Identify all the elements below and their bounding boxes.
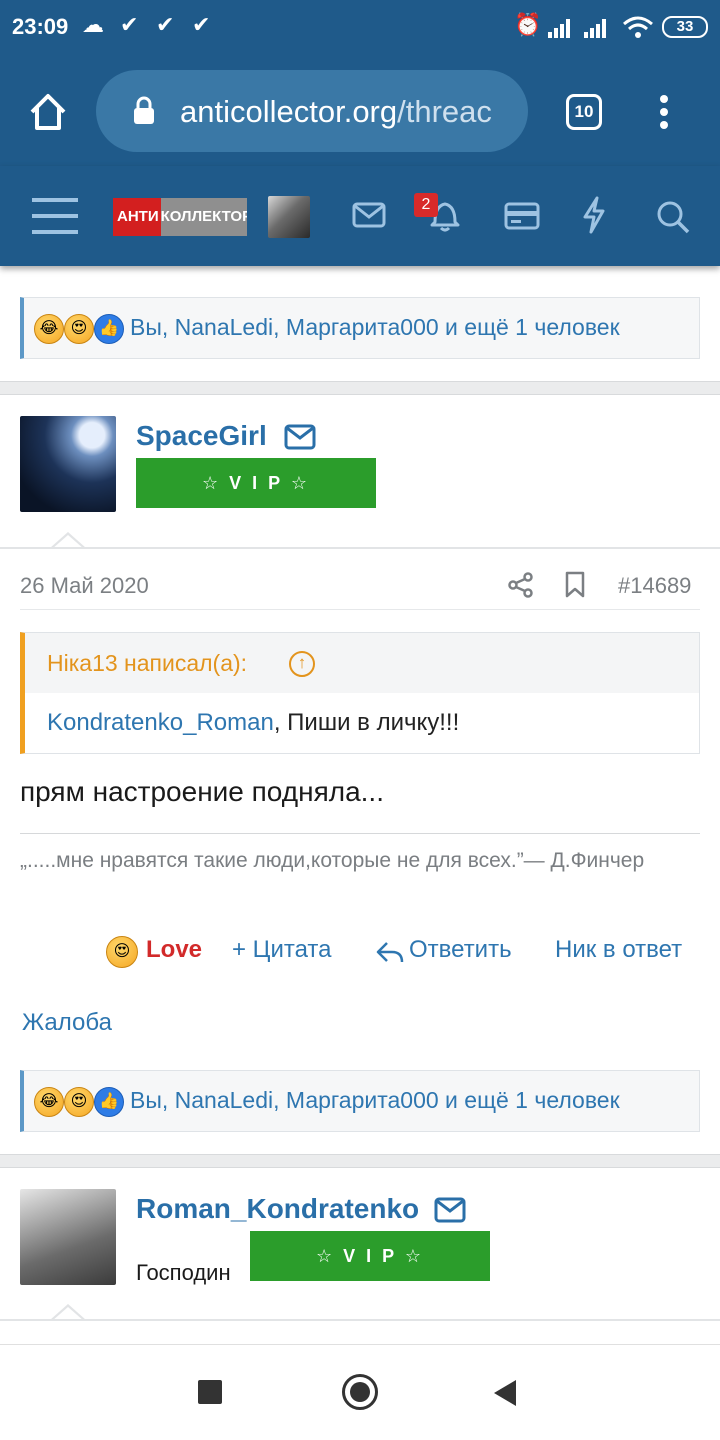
post-header-line <box>0 547 720 549</box>
arrow-up-circle-icon[interactable]: ↑ <box>289 651 315 677</box>
logo-gray-part: КОЛЛЕКТОР <box>160 208 247 225</box>
post-divider <box>0 381 720 395</box>
laugh-emoji-icon: 😂 <box>34 314 64 344</box>
status-time: 23:09 <box>12 14 69 39</box>
notification-badge: 2 <box>414 193 438 217</box>
vip-badge: ☆ V I P ☆ <box>136 458 376 508</box>
quote-author[interactable]: Ніка13 написал(а): <box>47 650 247 677</box>
nick-reply-button[interactable]: Ник в ответ <box>555 936 682 964</box>
alarm-icon: ⏰ <box>514 12 542 37</box>
signal-icon <box>584 19 606 38</box>
reaction-icons: 😂 😍 👍 <box>34 314 124 346</box>
mail-icon[interactable] <box>352 202 386 228</box>
lock-icon <box>134 96 154 124</box>
quote-mention-link[interactable]: Kondratenko_Roman <box>47 709 274 736</box>
laugh-emoji-icon: 😂 <box>34 1087 64 1117</box>
logo-red-part: АНТИ <box>113 198 161 236</box>
share-icon[interactable] <box>508 572 534 598</box>
mail-icon[interactable] <box>434 1197 466 1223</box>
user-title: Господин <box>136 1260 231 1285</box>
post-number[interactable]: #14689 <box>618 573 691 599</box>
user-avatar[interactable] <box>268 196 310 238</box>
reaction-icons: 😂 😍 👍 <box>34 1087 124 1119</box>
check-icon: ✔ <box>120 12 139 37</box>
like-icon: 👍 <box>94 1087 124 1117</box>
more-menu-icon[interactable] <box>656 94 672 130</box>
mail-icon[interactable] <box>284 424 316 450</box>
tab-switcher-button[interactable]: 10 <box>566 94 602 130</box>
wifi-icon <box>623 16 653 38</box>
cloud-icon: ☁ <box>82 12 104 37</box>
post-date[interactable]: 26 Май 2020 <box>20 573 149 599</box>
site-logo[interactable]: АНТИ КОЛЛЕКТОР <box>113 198 247 236</box>
url-path: /threac <box>397 94 492 129</box>
heart-eyes-emoji-icon: 😍 <box>64 314 94 344</box>
home-button[interactable] <box>342 1374 378 1410</box>
post-username[interactable]: SpaceGirl <box>136 420 267 452</box>
report-link[interactable]: Жалоба <box>22 1009 112 1037</box>
heart-eyes-emoji-icon: 😍 <box>106 936 138 968</box>
quote-button[interactable]: + Цитата <box>232 936 331 964</box>
post-header-line <box>0 1319 720 1321</box>
post-username[interactable]: Roman_Kondratenko <box>136 1193 419 1225</box>
post-avatar[interactable] <box>20 416 116 512</box>
reactions-text[interactable]: Вы, NanaLedi, Маргарита000 и ещё 1 челов… <box>130 1087 620 1114</box>
quote-text: , Пиши в личку!!! <box>273 709 460 736</box>
battery-indicator: 33 <box>662 16 708 38</box>
home-icon[interactable] <box>28 92 68 132</box>
signature: „.....мне нравятся такие люди,которые не… <box>20 849 645 872</box>
check-icon: ✔ <box>192 12 211 37</box>
signal-icon <box>548 19 570 38</box>
bookmark-icon[interactable] <box>564 571 586 599</box>
url-text[interactable]: anticollector.org/threac <box>180 94 510 130</box>
reply-button[interactable]: Ответить <box>409 936 512 964</box>
post-avatar[interactable] <box>20 1189 116 1285</box>
lightning-icon[interactable] <box>582 196 606 234</box>
heart-eyes-emoji-icon: 😍 <box>64 1087 94 1117</box>
quote-body: Kondratenko_Roman, Пиши в личку!!! <box>47 709 459 737</box>
vip-badge: ☆ V I P ☆ <box>250 1231 490 1281</box>
love-reaction-button[interactable]: Love <box>146 936 202 964</box>
hamburger-menu-icon[interactable] <box>32 196 78 236</box>
post-body: прям настроение подняла... <box>20 776 384 807</box>
search-icon[interactable] <box>656 200 690 234</box>
url-domain: anticollector.org <box>180 94 398 129</box>
recents-button[interactable] <box>198 1380 222 1404</box>
like-icon: 👍 <box>94 314 124 344</box>
check-icon: ✔ <box>156 12 175 37</box>
reply-icon[interactable] <box>376 940 404 964</box>
signature-divider <box>20 833 700 834</box>
reactions-text[interactable]: Вы, NanaLedi, Маргарита000 и ещё 1 челов… <box>130 314 620 341</box>
meta-line <box>20 609 700 610</box>
credit-card-icon[interactable] <box>504 202 540 230</box>
post-divider <box>0 1154 720 1168</box>
back-button[interactable] <box>494 1380 516 1406</box>
